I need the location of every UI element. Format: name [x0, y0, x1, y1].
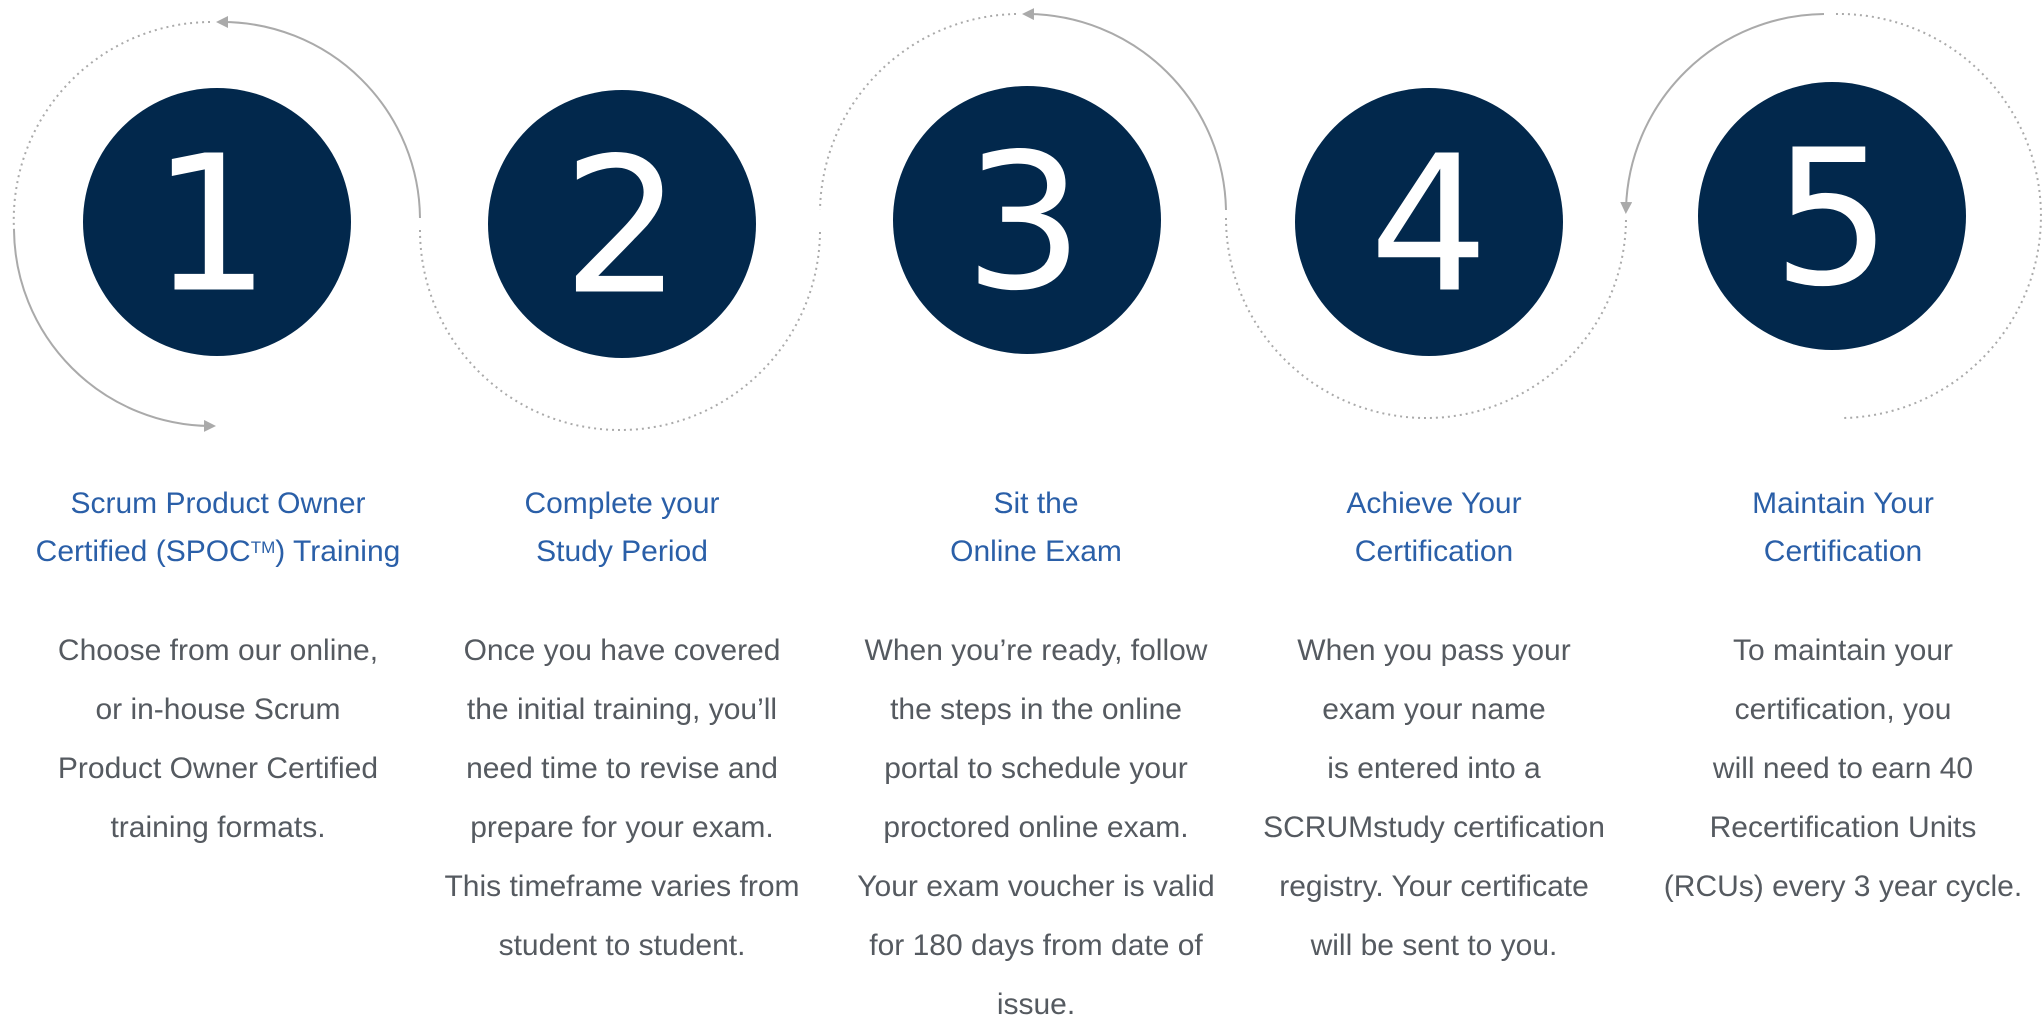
step-2-desc-line-6: student to student. — [498, 929, 746, 962]
step-2-number: 2 — [562, 118, 682, 337]
step-4-title-line-2: Certification — [1354, 535, 1514, 568]
step-4-desc-line-4: SCRUMstudy certification — [1263, 811, 1605, 844]
step-5-desc-line-4: Recertification Units — [1709, 811, 1977, 844]
step-4-desc-line-6: will be sent to you. — [1310, 929, 1558, 962]
step-3-desc-line-1: When you’re ready, follow — [864, 634, 1208, 667]
step-1-description: Choose from our online, or in-house Scru… — [18, 621, 418, 857]
step-4-desc-line-5: registry. Your certificate — [1279, 870, 1589, 903]
step-3-desc-line-4: proctored online exam. — [883, 811, 1189, 844]
step-5-title-line-1: Maintain Your — [1752, 487, 1934, 520]
step-1-desc-line-3: Product Owner Certified — [57, 752, 379, 785]
step-4-desc-line-2: exam your name — [1322, 693, 1546, 726]
step-5-desc-line-5: (RCUs) every 3 year cycle. — [1663, 870, 2023, 903]
step-2-title: Complete your Study Period — [422, 480, 822, 576]
step-5-title-line-2: Certification — [1763, 535, 1923, 568]
step-5-number: 5 — [1772, 110, 1892, 329]
step-4-title-line-1: Achieve Your — [1346, 487, 1522, 520]
step-5-desc-line-1: To maintain your — [1732, 634, 1954, 667]
step-3-number: 3 — [964, 114, 1084, 333]
step-3-description: When you’re ready, follow the steps in t… — [836, 621, 1236, 1034]
step-3-desc-line-3: portal to schedule your — [884, 752, 1188, 785]
step-4-number: 4 — [1369, 116, 1489, 335]
step-3-title-line-2: Online Exam — [950, 535, 1122, 568]
step-2-desc-line-2: the initial training, you’ll — [466, 693, 778, 726]
step-5-description: To maintain your certification, you will… — [1643, 621, 2043, 916]
step-1-number: 1 — [151, 116, 271, 335]
step-1-desc-line-2: or in-house Scrum — [95, 693, 341, 726]
step-5-title: Maintain Your Certification — [1643, 480, 2043, 576]
step-3-desc-line-2: the steps in the online — [890, 693, 1182, 726]
step-1-title: Scrum Product Owner Certified (SPOCTM) T… — [18, 480, 418, 576]
trademark-mark: TM — [250, 538, 276, 557]
step-2-desc-line-5: This timeframe varies from — [444, 870, 800, 903]
step-3-desc-line-5: Your exam voucher is valid — [857, 870, 1215, 903]
step-1-title-line-1: Scrum Product Owner — [70, 487, 366, 520]
step-1-desc-line-4: training formats. — [110, 811, 326, 844]
step-2-title-line-2: Study Period — [536, 535, 708, 568]
step-4-desc-line-1: When you pass your — [1297, 634, 1571, 667]
step-3-title-line-1: Sit the — [993, 487, 1079, 520]
step-4-desc-line-3: is entered into a — [1327, 752, 1541, 785]
step-3-desc-line-7: issue. — [996, 988, 1076, 1021]
step-4-title: Achieve Your Certification — [1234, 480, 1634, 576]
step-3-title: Sit the Online Exam — [836, 480, 1236, 576]
step-2-desc-line-1: Once you have covered — [463, 634, 781, 667]
step-2-description: Once you have covered the initial traini… — [422, 621, 822, 975]
step-2-desc-line-3: need time to revise and — [466, 752, 778, 785]
step-2-title-line-1: Complete your — [524, 487, 720, 520]
step-1-title-line-2: Certified (SPOCTM) Training — [35, 535, 401, 568]
step-3-desc-line-6: for 180 days from date of — [869, 929, 1203, 962]
step-1-desc-line-1: Choose from our online, — [57, 634, 379, 667]
step-5-desc-line-3: will need to earn 40 — [1712, 752, 1974, 785]
step-5-desc-line-2: certification, you — [1734, 693, 1952, 726]
step-4-description: When you pass your exam your name is ent… — [1234, 621, 1634, 975]
step-2-desc-line-4: prepare for your exam. — [470, 811, 774, 844]
